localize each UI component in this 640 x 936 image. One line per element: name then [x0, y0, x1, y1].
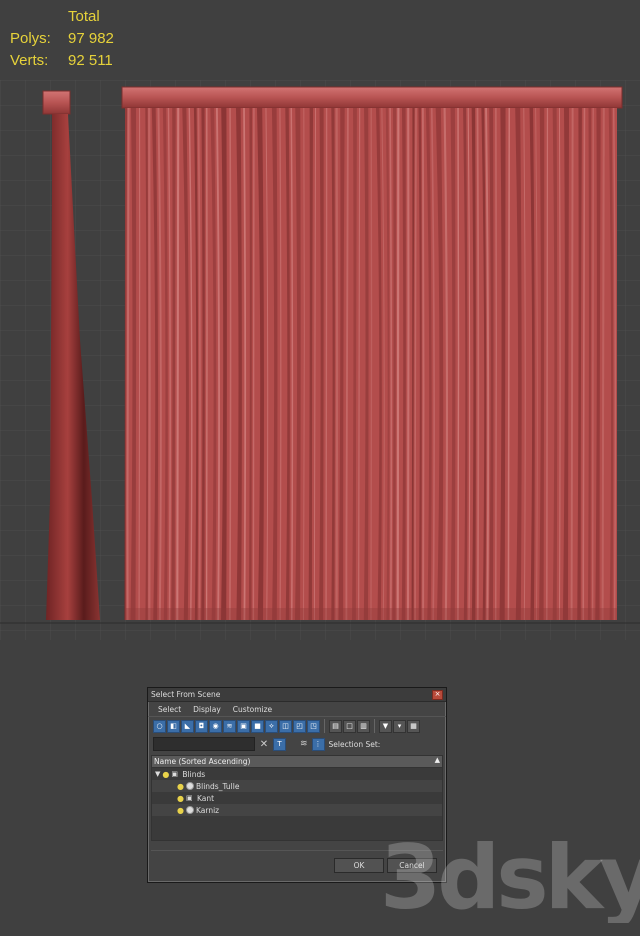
object-icon — [185, 782, 194, 790]
toolbar-separator — [324, 719, 325, 733]
containers-filter-icon[interactable]: ◫ — [279, 719, 292, 733]
curtain-fold-highlight — [601, 107, 605, 621]
object-icon — [185, 806, 194, 814]
clear-filter-icon[interactable]: ✕ — [259, 739, 269, 750]
item-label: Kant — [196, 793, 215, 803]
item-label: Blinds_Tulle — [195, 781, 240, 791]
lightbulb-icon[interactable]: ● — [177, 794, 184, 803]
stats-header: Total — [68, 8, 100, 25]
selection-sets-label: Selection Set: — [328, 739, 381, 749]
curtain-fold-highlight — [495, 107, 497, 621]
item-label: Blinds — [182, 769, 206, 779]
group-icon: ▣ — [185, 794, 193, 802]
toolbar-separator — [374, 719, 375, 733]
filter-toolbar: ○ ◧ ◣ ◘ ◉ ≋ ▣ ■ ⟡ ◫ ◰ ◳ ▤ □ ▥ ▼ ▾ ▦ — [148, 716, 446, 735]
dialog-title: Select From Scene — [151, 690, 221, 699]
stats-row-polys: Polys: 97 982 — [10, 28, 114, 50]
curtain-rod — [121, 86, 623, 109]
xrefs-filter-icon[interactable]: ■ — [251, 719, 264, 733]
filter-icon[interactable]: ▼ — [379, 719, 392, 733]
hidden-filter-icon[interactable]: ◳ — [307, 719, 320, 733]
curtain-fold-highlight — [396, 107, 400, 621]
name-column-header[interactable]: Name (Sorted Ascending) ▲ — [151, 755, 443, 768]
side-rod — [42, 90, 71, 115]
menu-display[interactable]: Display — [193, 705, 221, 714]
group-icon: ▣ — [171, 770, 178, 778]
display-all-icon[interactable]: ▤ — [329, 719, 342, 733]
polys-label: Polys: — [10, 30, 51, 47]
viewport[interactable] — [0, 80, 640, 640]
helpers-filter-icon[interactable]: ◉ — [209, 719, 222, 733]
dialog-menubar: Select Display Customize — [148, 702, 446, 716]
curtain-fold-highlight — [546, 107, 549, 621]
bones-filter-icon[interactable]: ⟡ — [265, 719, 278, 733]
curtain-fold-highlight — [229, 107, 232, 621]
verts-label: Verts: — [10, 52, 49, 69]
item-label: Karniz — [195, 805, 220, 815]
curtain-fold-highlight — [126, 107, 130, 621]
list-item[interactable]: ● ▣ Kant — [152, 792, 442, 804]
menu-select[interactable]: Select — [158, 705, 181, 714]
menu-customize[interactable]: Customize — [233, 705, 272, 714]
curtain-fold-highlight — [325, 107, 328, 621]
curtain-fold-highlight — [370, 107, 373, 621]
lightbulb-icon[interactable]: ● — [162, 770, 169, 779]
column-header-label: Name (Sorted Ascending) — [154, 757, 251, 766]
curtain-fold-highlight — [570, 107, 574, 621]
cameras-filter-icon[interactable]: ◘ — [195, 719, 208, 733]
curtain-fold-highlight — [252, 107, 255, 621]
shapes-filter-icon[interactable]: ◧ — [167, 719, 180, 733]
lights-filter-icon[interactable]: ◣ — [181, 719, 194, 733]
search-input[interactable] — [153, 737, 255, 751]
display-none-icon[interactable]: □ — [343, 719, 356, 733]
layers-icon[interactable]: ≋ — [300, 739, 308, 749]
polys-value: 97 982 — [68, 30, 114, 47]
geometry-filter-icon[interactable]: ○ — [153, 719, 166, 733]
curtain-fold-highlight — [591, 107, 594, 621]
frozen-filter-icon[interactable]: ◰ — [293, 719, 306, 733]
lightbulb-icon[interactable]: ● — [177, 782, 184, 791]
polygon-statistics: Total Polys: 97 982 Verts: 92 511 — [10, 6, 114, 72]
invert-display-icon[interactable]: ▥ — [357, 719, 370, 733]
list-item[interactable]: ▼ ● ▣ Blinds — [152, 768, 442, 780]
search-row: ✕ T ≋ ⋮ Selection Set: — [148, 735, 446, 753]
ok-button[interactable]: OK — [334, 858, 384, 873]
dialog-titlebar[interactable]: Select From Scene × — [148, 688, 446, 702]
watermark-text: 3dsky — [380, 828, 640, 923]
options-icon[interactable]: ▦ — [407, 719, 420, 733]
case-sensitive-icon[interactable]: T — [273, 737, 286, 751]
curtain-fold-highlight — [457, 107, 460, 621]
curtain-hem — [125, 608, 617, 620]
curtain-front-view — [121, 86, 623, 621]
lightbulb-icon[interactable]: ● — [177, 806, 184, 815]
sort-ascending-icon: ▲ — [434, 756, 440, 764]
curtain-fold-highlight — [421, 107, 425, 621]
watermark-logo: 3dsky — [380, 828, 640, 923]
curtain-fold-highlight — [507, 107, 511, 621]
curtain-fold-highlight — [176, 107, 180, 621]
stats-row-verts: Verts: 92 511 — [10, 50, 114, 72]
curtain-fold-highlight — [476, 107, 480, 621]
groups-filter-icon[interactable]: ▣ — [237, 719, 250, 733]
list-item[interactable]: ● Blinds_Tulle — [152, 780, 442, 792]
verts-value: 92 511 — [68, 52, 113, 69]
close-icon[interactable]: × — [432, 690, 443, 700]
expand-arrow-icon[interactable]: ▼ — [155, 770, 160, 778]
selection-set-icon[interactable]: ⋮ — [311, 737, 325, 751]
spacewarps-filter-icon[interactable]: ≋ — [223, 719, 236, 733]
curtain-fold-highlight — [138, 107, 141, 621]
sort-icon[interactable]: ▾ — [393, 719, 406, 733]
list-item[interactable]: ● Karniz — [152, 804, 442, 816]
